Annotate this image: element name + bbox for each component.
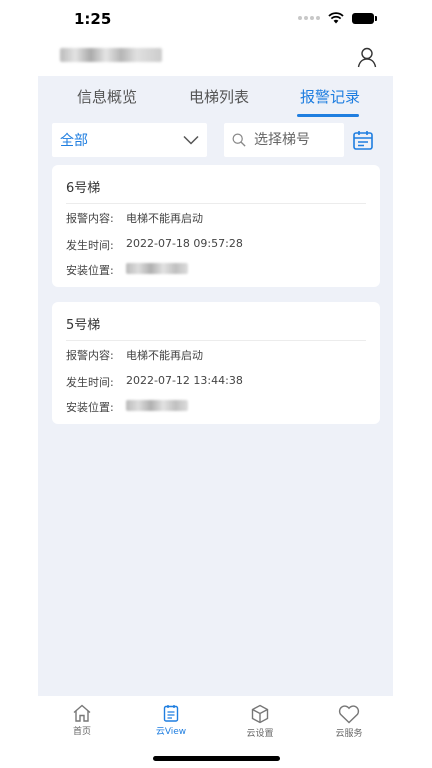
home-icon bbox=[73, 704, 91, 722]
nav-cloud-settings-label: 云设置 bbox=[246, 729, 274, 739]
battery-icon bbox=[352, 12, 377, 24]
alarm-card[interactable]: 5号梯 报警内容: 电梯不能再启动 发生时间: 2022-07-12 13:44… bbox=[52, 302, 380, 424]
search-icon bbox=[232, 133, 246, 147]
alarm-card[interactable]: 6号梯 报警内容: 电梯不能再启动 发生时间: 2022-07-18 09:57… bbox=[52, 165, 380, 287]
search-box[interactable] bbox=[224, 123, 344, 157]
home-indicator bbox=[153, 756, 280, 761]
alarm-elevator-title: 5号梯 bbox=[66, 318, 101, 333]
alarm-location-label: 安装位置: bbox=[66, 264, 114, 277]
alarm-time-value: 2022-07-12 13:44:38 bbox=[126, 374, 243, 387]
status-icons bbox=[298, 12, 377, 24]
chevron-down-icon bbox=[183, 135, 199, 145]
nav-cloud-view[interactable]: 云View bbox=[127, 696, 215, 740]
main-content: 信息概览 电梯列表 报警记录 全部 6号梯 报警内容: 电梯不能再启动 发生时间… bbox=[38, 76, 393, 696]
active-tab-indicator bbox=[297, 114, 359, 117]
card-divider bbox=[66, 203, 366, 204]
nav-home-label: 首页 bbox=[72, 727, 91, 737]
alarm-time-label: 发生时间: bbox=[66, 239, 114, 252]
alarm-time-value: 2022-07-18 09:57:28 bbox=[126, 237, 243, 250]
filter-dropdown[interactable]: 全部 bbox=[52, 123, 207, 157]
alarm-content-value: 电梯不能再启动 bbox=[126, 212, 203, 225]
alarm-content-row: 报警内容: 电梯不能再启动 bbox=[66, 347, 203, 363]
status-bar: 1:25 bbox=[0, 0, 432, 40]
document-icon bbox=[163, 705, 179, 722]
heart-icon bbox=[338, 705, 360, 724]
alarm-content-value: 电梯不能再启动 bbox=[126, 349, 203, 362]
tab-bar: 信息概览 电梯列表 报警记录 bbox=[38, 76, 393, 120]
alarm-elevator-title: 6号梯 bbox=[66, 181, 101, 196]
wifi-icon bbox=[328, 12, 344, 24]
cube-icon bbox=[251, 704, 269, 724]
alarm-time-label: 发生时间: bbox=[66, 376, 114, 389]
tab-overview[interactable]: 信息概览 bbox=[77, 86, 137, 107]
alarm-location-label: 安装位置: bbox=[66, 401, 114, 414]
tab-alarm-records[interactable]: 报警记录 bbox=[300, 86, 360, 107]
card-divider bbox=[66, 340, 366, 341]
alarm-content-row: 报警内容: 电梯不能再启动 bbox=[66, 210, 203, 226]
status-time: 1:25 bbox=[74, 10, 112, 28]
blurred-location-value bbox=[126, 263, 188, 274]
alarm-location-row: 安装位置: bbox=[66, 262, 188, 278]
search-input[interactable] bbox=[252, 131, 336, 149]
nav-cloud-service-label: 云服务 bbox=[335, 729, 363, 739]
filter-selected-value: 全部 bbox=[60, 133, 88, 149]
alarm-time-row: 发生时间: 2022-07-18 09:57:28 bbox=[66, 237, 243, 253]
alarm-time-row: 发生时间: 2022-07-12 13:44:38 bbox=[66, 374, 243, 390]
nav-cloud-view-label: 云View bbox=[155, 727, 187, 737]
user-icon[interactable] bbox=[356, 46, 378, 68]
nav-home[interactable]: 首页 bbox=[38, 696, 126, 740]
nav-cloud-service[interactable]: 云服务 bbox=[305, 696, 393, 740]
calendar-icon[interactable] bbox=[352, 129, 374, 151]
blurred-location-value bbox=[126, 400, 188, 411]
header bbox=[0, 40, 432, 76]
nav-cloud-settings[interactable]: 云设置 bbox=[216, 696, 304, 740]
blurred-project-name bbox=[60, 48, 162, 62]
alarm-location-row: 安装位置: bbox=[66, 399, 188, 415]
alarm-content-label: 报警内容: bbox=[66, 349, 114, 362]
bottom-nav: 首页 云View 云设置 云服务 bbox=[38, 696, 393, 740]
signal-icon bbox=[298, 16, 320, 20]
tab-elevator-list[interactable]: 电梯列表 bbox=[189, 86, 249, 107]
alarm-content-label: 报警内容: bbox=[66, 212, 114, 225]
